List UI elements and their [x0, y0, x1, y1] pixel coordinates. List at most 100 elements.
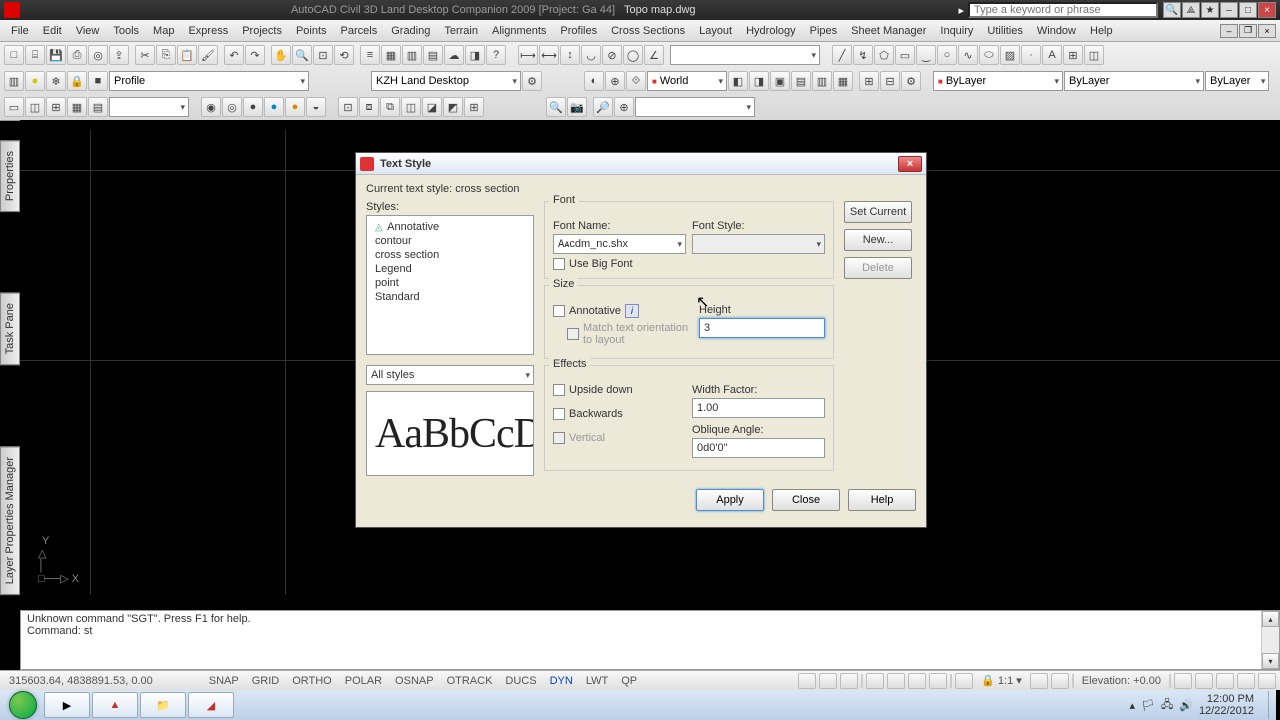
dim-1-icon[interactable]: ⟼ [518, 45, 538, 65]
tray-clock[interactable]: 12:00 PM 12/22/2012 [1199, 693, 1262, 717]
menu-projects[interactable]: Projects [235, 23, 289, 39]
menu-inquiry[interactable]: Inquiry [933, 23, 980, 39]
elevation-readout[interactable]: Elevation: +0.00 [1077, 673, 1166, 689]
backwards-checkbox[interactable]: Backwards [553, 408, 686, 420]
isolate-icon[interactable] [1237, 673, 1255, 689]
style-item-standard[interactable]: Standard [373, 290, 527, 304]
doc-close-button[interactable]: × [1258, 24, 1276, 38]
start-button[interactable] [4, 690, 42, 720]
properties-palette-tab[interactable]: Properties [0, 140, 20, 212]
ucs-3-icon[interactable]: ⟐ [626, 71, 646, 91]
ucs-6-icon[interactable]: ▣ [770, 71, 790, 91]
render-2-icon[interactable]: ◎ [222, 97, 242, 117]
comm-center-icon[interactable]: ⟁ [1182, 2, 1200, 18]
world-dropdown[interactable]: World [647, 71, 727, 91]
ucs-4-icon[interactable]: ◧ [728, 71, 748, 91]
linetype-dropdown[interactable]: ByLayer [1064, 71, 1204, 91]
minimize-button[interactable]: – [1220, 2, 1238, 18]
cmd-scrollbar[interactable]: ▴ ▾ [1261, 611, 1279, 669]
zoom-prev-icon[interactable]: ⟲ [334, 45, 354, 65]
layer-manager-icon[interactable]: ▥ [4, 71, 24, 91]
ref-2-icon[interactable]: ⊟ [880, 71, 900, 91]
zoom-realtime-icon[interactable]: 🔍 [292, 45, 312, 65]
style-item-cross-section[interactable]: cross section [373, 248, 527, 262]
zoom-3-icon[interactable]: 🔎 [593, 97, 613, 117]
workspace-dropdown[interactable]: KZH Land Desktop [371, 71, 521, 91]
search-button[interactable]: 🔍 [1163, 2, 1181, 18]
scroll-down-icon[interactable]: ▾ [1262, 653, 1279, 669]
font-style-dropdown[interactable] [692, 234, 825, 254]
show-desktop-button[interactable] [1268, 691, 1276, 719]
layout-quick-icon[interactable] [819, 673, 837, 689]
tray-action-icon[interactable]: 🏳 [1141, 699, 1155, 712]
menu-hydrology[interactable]: Hydrology [739, 23, 803, 39]
draw-ellipse-icon[interactable]: ⬭ [979, 45, 999, 65]
draw-rect-icon[interactable]: ▭ [895, 45, 915, 65]
menu-grading[interactable]: Grading [384, 23, 437, 39]
anno-scale-readout[interactable]: 🔒 1:1 ▾ [976, 672, 1027, 689]
zoom-2-icon[interactable]: 📷 [567, 97, 587, 117]
menu-edit[interactable]: Edit [36, 23, 69, 39]
doc-minimize-button[interactable]: – [1220, 24, 1238, 38]
width-factor-input[interactable]: 1.00 [692, 398, 825, 418]
menu-points[interactable]: Points [289, 23, 334, 39]
layer-properties-palette-tab[interactable]: Layer Properties Manager [0, 446, 20, 595]
menu-layout[interactable]: Layout [692, 23, 739, 39]
dim-5-icon[interactable]: ⊘ [602, 45, 622, 65]
match-icon[interactable]: 🖌 [198, 45, 218, 65]
dialog-titlebar[interactable]: Text Style × [356, 153, 926, 175]
mod-3-icon[interactable]: ⧉ [380, 97, 400, 117]
draw-circle-icon[interactable]: ○ [937, 45, 957, 65]
menu-view[interactable]: View [69, 23, 107, 39]
info-center-icon[interactable]: ▸ [958, 4, 964, 17]
help-button[interactable]: Help [848, 489, 916, 511]
layer-color-dropdown[interactable]: ByLayer [933, 71, 1063, 91]
render-1-icon[interactable]: ◉ [201, 97, 221, 117]
taskbar-explorer[interactable]: 📁 [140, 692, 186, 718]
search-input[interactable] [968, 2, 1158, 18]
anno-vis-icon[interactable] [1030, 673, 1048, 689]
tray-network-icon[interactable]: 🖧 [1161, 696, 1173, 715]
menu-parcels[interactable]: Parcels [334, 23, 385, 39]
mod-4-icon[interactable]: ◫ [401, 97, 421, 117]
info-icon[interactable]: i [625, 304, 639, 318]
close-dialog-button[interactable]: Close [772, 489, 840, 511]
render-6-icon[interactable]: ◒ [306, 97, 326, 117]
draw-spline-icon[interactable]: ∿ [958, 45, 978, 65]
publish-icon[interactable]: ⇪ [109, 45, 129, 65]
pan-icon[interactable]: ✋ [271, 45, 291, 65]
workspace-gear-icon[interactable]: ⚙ [522, 71, 542, 91]
cut-icon[interactable]: ✂ [135, 45, 155, 65]
fav-icon[interactable]: ★ [1201, 2, 1219, 18]
mod-6-icon[interactable]: ◩ [443, 97, 463, 117]
layout-nav-icon[interactable] [840, 673, 858, 689]
maximize-button[interactable]: □ [1239, 2, 1257, 18]
style-filter-dropdown[interactable]: All styles [366, 365, 534, 385]
new-icon[interactable]: □ [4, 45, 24, 65]
draw-block-icon[interactable]: ◫ [1084, 45, 1104, 65]
render-4-icon[interactable]: ● [264, 97, 284, 117]
anno-auto-icon[interactable] [1051, 673, 1069, 689]
ortho-toggle[interactable]: ORTHO [287, 673, 337, 689]
zoom-status-icon[interactable] [887, 673, 905, 689]
help-icon[interactable]: ? [486, 45, 506, 65]
annotative-checkbox[interactable]: Annotative i [553, 304, 693, 318]
wheel-status-icon[interactable] [908, 673, 926, 689]
osnap-toggle[interactable]: OSNAP [390, 673, 439, 689]
style-item-contour[interactable]: contour [373, 234, 527, 248]
dim-4-icon[interactable]: ◡ [581, 45, 601, 65]
style-item-annotative[interactable]: ◬ Annotative [373, 220, 527, 234]
upside-down-checkbox[interactable]: Upside down [553, 384, 686, 396]
ucs-7-icon[interactable]: ▤ [791, 71, 811, 91]
print-icon[interactable]: ⎙ [67, 45, 87, 65]
ref-gear-icon[interactable]: ⚙ [901, 71, 921, 91]
undo-icon[interactable]: ↶ [224, 45, 244, 65]
draw-text-icon[interactable]: A [1042, 45, 1062, 65]
menu-help[interactable]: Help [1083, 23, 1120, 39]
draw-poly-icon[interactable]: ⬠ [874, 45, 894, 65]
mod-7-icon[interactable]: ⊞ [464, 97, 484, 117]
ucs-1-icon[interactable]: ◐ [584, 71, 604, 91]
mod-5-icon[interactable]: ◪ [422, 97, 442, 117]
tray-expand-icon[interactable]: ▴ [1129, 699, 1135, 712]
qp-toggle[interactable]: QP [616, 673, 642, 689]
